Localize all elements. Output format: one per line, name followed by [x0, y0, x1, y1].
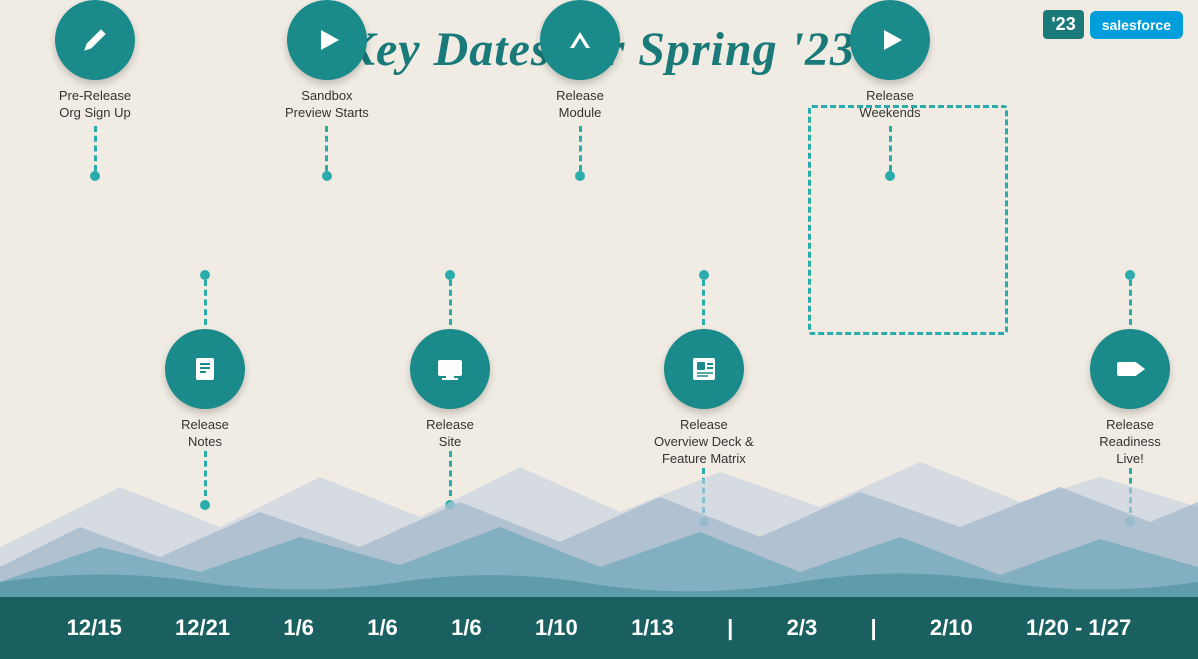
release-overview-connector-top [702, 280, 705, 325]
date-113: 1/13 [631, 615, 674, 641]
release-readiness-icon [1090, 329, 1170, 409]
release-overview-dot-top [699, 270, 709, 280]
dates-bar: 12/15 12/21 1/6 1/6 1/6 1/10 1/13 | 2/3 … [0, 597, 1198, 659]
mountains-background [0, 427, 1198, 597]
salesforce-logo: salesforce [1090, 11, 1183, 39]
release-notes-connector-top [204, 280, 207, 325]
date-120-127: 1/20 - 1/27 [1026, 615, 1131, 641]
release-module-dot [575, 171, 585, 181]
release-weekends-icon [850, 0, 930, 80]
date-106c: 1/6 [451, 615, 482, 641]
release-notes-dot-top [200, 270, 210, 280]
date-106b: 1/6 [367, 615, 398, 641]
timeline-item-release-module: ReleaseModule [540, 0, 620, 181]
pre-release-dot [90, 171, 100, 181]
timeline-item-pre-release: Pre-ReleaseOrg Sign Up [55, 0, 135, 181]
release-overview-icon [664, 329, 744, 409]
date-1221: 12/21 [175, 615, 230, 641]
sandbox-preview-label: SandboxPreview Starts [285, 88, 369, 122]
pre-release-icon [55, 0, 135, 80]
date-1215: 12/15 [67, 615, 122, 641]
spring23-badge: '23 [1043, 10, 1083, 39]
pre-release-label: Pre-ReleaseOrg Sign Up [59, 88, 131, 122]
date-110: 1/10 [535, 615, 578, 641]
release-site-dot-top [445, 270, 455, 280]
release-module-connector [579, 126, 582, 171]
release-readiness-connector-top [1129, 280, 1132, 325]
separator-2: | [870, 615, 876, 641]
release-readiness-dot-top [1125, 270, 1135, 280]
release-module-icon [540, 0, 620, 80]
timeline-item-sandbox-preview: SandboxPreview Starts [285, 0, 369, 181]
release-site-icon [410, 329, 490, 409]
release-module-label: ReleaseModule [556, 88, 604, 122]
sandbox-preview-dot [322, 171, 332, 181]
date-106a: 1/6 [283, 615, 314, 641]
date-210: 2/10 [930, 615, 973, 641]
logo-area: '23 salesforce [1043, 10, 1183, 39]
release-site-connector-top [449, 280, 452, 325]
sandbox-preview-connector [325, 126, 328, 171]
date-23: 2/3 [787, 615, 818, 641]
page-wrapper: Key Dates for Spring '23 '23 salesforce … [0, 0, 1198, 659]
pre-release-connector [94, 126, 97, 171]
sandbox-preview-icon [287, 0, 367, 80]
release-weekends-dashed-box [808, 105, 1008, 335]
release-notes-icon [165, 329, 245, 409]
separator-1: | [727, 615, 733, 641]
